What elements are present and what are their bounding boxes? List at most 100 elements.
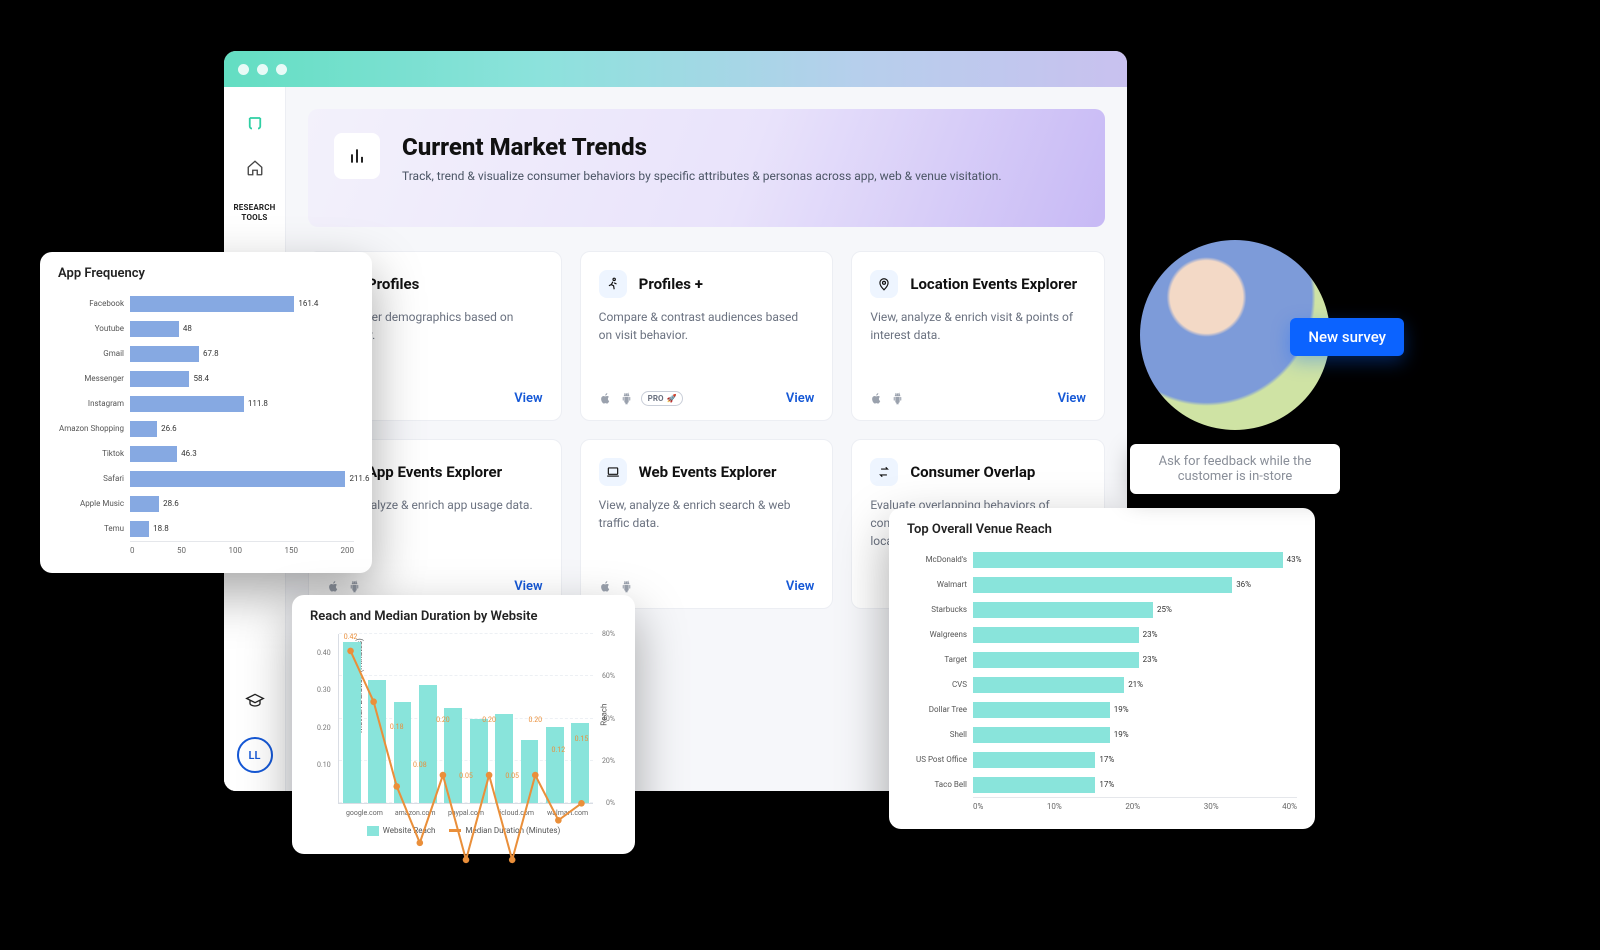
view-link[interactable]: View	[1058, 391, 1086, 406]
bar	[973, 552, 1283, 568]
window-min-dot[interactable]	[257, 64, 268, 75]
bar	[973, 677, 1124, 693]
sidebar-home-icon[interactable]	[246, 159, 264, 177]
bar-category-label: Apple Music	[58, 499, 130, 508]
bar	[973, 727, 1110, 743]
card-title: Web Events Explorer	[639, 463, 777, 481]
bar	[130, 296, 294, 312]
bar	[973, 752, 1095, 768]
platform-icons: PRO 🚀	[599, 391, 684, 406]
point-label: 0.20	[515, 716, 555, 724]
survey-caption: Ask for feedback while the customer is i…	[1130, 444, 1340, 494]
card-pin-icon	[870, 270, 898, 298]
bar-row: Tiktok 46.3	[58, 441, 354, 466]
view-link[interactable]: View	[786, 579, 814, 594]
axis-tick: 0.30	[317, 686, 331, 694]
view-link[interactable]: View	[514, 391, 542, 406]
bar-category-label: Messenger	[58, 374, 130, 383]
bar-value-label: 48	[179, 321, 192, 337]
feature-card[interactable]: Web Events Explorer View, analyze & enri…	[580, 439, 834, 609]
card-laptop-icon	[599, 458, 627, 486]
card-swap-icon	[870, 458, 898, 486]
bar-row: Walmart 36%	[907, 572, 1297, 597]
point-label: 0.42	[331, 633, 371, 641]
axis-tick: 10%	[1047, 802, 1062, 811]
bar-category-label: Instagram	[58, 399, 130, 408]
bar-row: Messenger 58.4	[58, 366, 354, 391]
feature-card[interactable]: Profiles + Compare & contrast audiences …	[580, 251, 834, 421]
bar-category-label: US Post Office	[907, 755, 973, 764]
bar	[130, 396, 244, 412]
bar-value-label: 161.4	[294, 296, 318, 312]
card-description: View, analyze & enrich visit & points of…	[870, 308, 1086, 344]
bar-row: Facebook 161.4	[58, 291, 354, 316]
bar-row: Starbucks 25%	[907, 597, 1297, 622]
card-description: Compare & contrast audiences based on vi…	[599, 308, 815, 344]
platform-icons	[870, 392, 904, 405]
bar	[130, 446, 177, 462]
bar	[973, 577, 1232, 593]
point-label: 0.12	[538, 746, 578, 754]
feature-card[interactable]: Location Events Explorer View, analyze &…	[851, 251, 1105, 421]
chart-card-venue-reach: Top Overall Venue Reach McDonald's 43% W…	[889, 508, 1315, 829]
card-run-icon	[599, 270, 627, 298]
bar-value-label: 111.8	[244, 396, 268, 412]
bar-category-label: Youtube	[58, 324, 130, 333]
chart-title: Top Overall Venue Reach	[907, 522, 1297, 537]
axis-tick: 20%	[602, 757, 615, 765]
axis-tick: 50	[177, 546, 186, 555]
window-max-dot[interactable]	[276, 64, 287, 75]
platform-icons	[599, 580, 633, 593]
window-close-dot[interactable]	[238, 64, 249, 75]
hero-chart-icon	[334, 133, 380, 179]
bar-row: Temu 18.8	[58, 516, 354, 541]
point-label: 0.20	[423, 716, 463, 724]
chart-title: Reach and Median Duration by Website	[310, 609, 617, 624]
platform-icons	[327, 580, 361, 593]
bar-category-label: Walmart	[907, 580, 973, 589]
card-title: Consumer Overlap	[910, 463, 1035, 481]
bar	[973, 627, 1139, 643]
bar	[973, 602, 1153, 618]
axis-tick: 150	[285, 546, 299, 555]
bar-row: Walgreens 23%	[907, 622, 1297, 647]
new-survey-button[interactable]: New survey	[1290, 318, 1404, 356]
axis-tick: 0.40	[317, 649, 331, 657]
bar	[973, 777, 1095, 793]
bar-row: Taco Bell 17%	[907, 772, 1297, 797]
bar-value-label: 25%	[1153, 602, 1172, 618]
graduation-cap-icon[interactable]	[245, 691, 265, 711]
bar-value-label: 18.8	[149, 521, 169, 537]
bar-row: Amazon Shopping 26.6	[58, 416, 354, 441]
bar-category-label: CVS	[907, 680, 973, 689]
window-titlebar	[224, 51, 1127, 87]
bar-value-label: 19%	[1110, 727, 1129, 743]
axis-tick: 0%	[973, 802, 983, 811]
chart-card-reach-duration: Reach and Median Duration by Website Med…	[292, 595, 635, 854]
brand-logo-icon	[246, 115, 264, 133]
bar-category-label: Taco Bell	[907, 780, 973, 789]
axis-tick: 0.10	[317, 761, 331, 769]
survey-overlay: New survey Ask for feedback while the cu…	[1130, 240, 1340, 494]
axis-tick: 20%	[1125, 802, 1140, 811]
point-label: 0.05	[492, 772, 532, 780]
axis-tick: 80%	[602, 630, 615, 638]
view-link[interactable]: View	[514, 579, 542, 594]
bar	[130, 471, 345, 487]
bar-category-label: Starbucks	[907, 605, 973, 614]
axis-tick: 0%	[606, 799, 615, 807]
bar-category-label: Shell	[907, 730, 973, 739]
android-icon	[620, 392, 633, 405]
point-label: 0.20	[469, 716, 509, 724]
bar	[973, 652, 1139, 668]
bar-category-label: Target	[907, 655, 973, 664]
user-avatar[interactable]: LL	[237, 737, 273, 773]
view-link[interactable]: View	[786, 391, 814, 406]
bar-value-label: 36%	[1232, 577, 1251, 593]
bar-row: Gmail 67.8	[58, 341, 354, 366]
bar-value-label: 58.4	[189, 371, 209, 387]
line-series	[339, 634, 593, 888]
bar-row: US Post Office 17%	[907, 747, 1297, 772]
card-title: Location Events Explorer	[910, 275, 1077, 293]
bar-category-label: Amazon Shopping	[58, 424, 130, 433]
